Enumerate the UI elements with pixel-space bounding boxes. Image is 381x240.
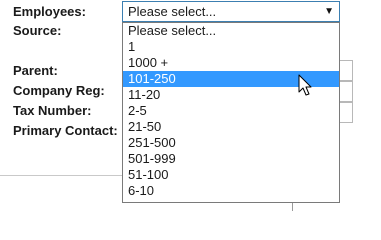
employees-select[interactable]: Please select... ▼	[122, 1, 340, 22]
employees-option[interactable]: 251-500	[123, 135, 339, 151]
company-reg-label: Company Reg:	[13, 83, 105, 98]
employees-option[interactable]: 501-999	[123, 151, 339, 167]
employees-dropdown-list[interactable]: Please select... 1 1000 +101-250 11-20 2-5 21…	[122, 22, 340, 203]
primary-contact-label: Primary Contact:	[13, 123, 118, 138]
employees-option[interactable]: 2-5	[123, 103, 339, 119]
employees-option[interactable]: 1000 +	[123, 55, 339, 71]
parent-label: Parent:	[13, 63, 58, 78]
employees-option[interactable]: 51-100	[123, 167, 339, 183]
arrow-cursor-icon	[298, 74, 312, 96]
triangle-down-icon: ▼	[324, 6, 334, 17]
employees-label: Employees:	[13, 4, 86, 19]
employees-option[interactable]: 1	[123, 39, 339, 55]
employees-option[interactable]: 21-50	[123, 119, 339, 135]
employees-select-value: Please select...	[128, 4, 217, 19]
tax-number-label: Tax Number:	[13, 103, 92, 118]
employees-option[interactable]: Please select...	[123, 23, 339, 39]
employees-option[interactable]: 6-10	[123, 183, 339, 199]
source-label: Source:	[13, 23, 62, 38]
